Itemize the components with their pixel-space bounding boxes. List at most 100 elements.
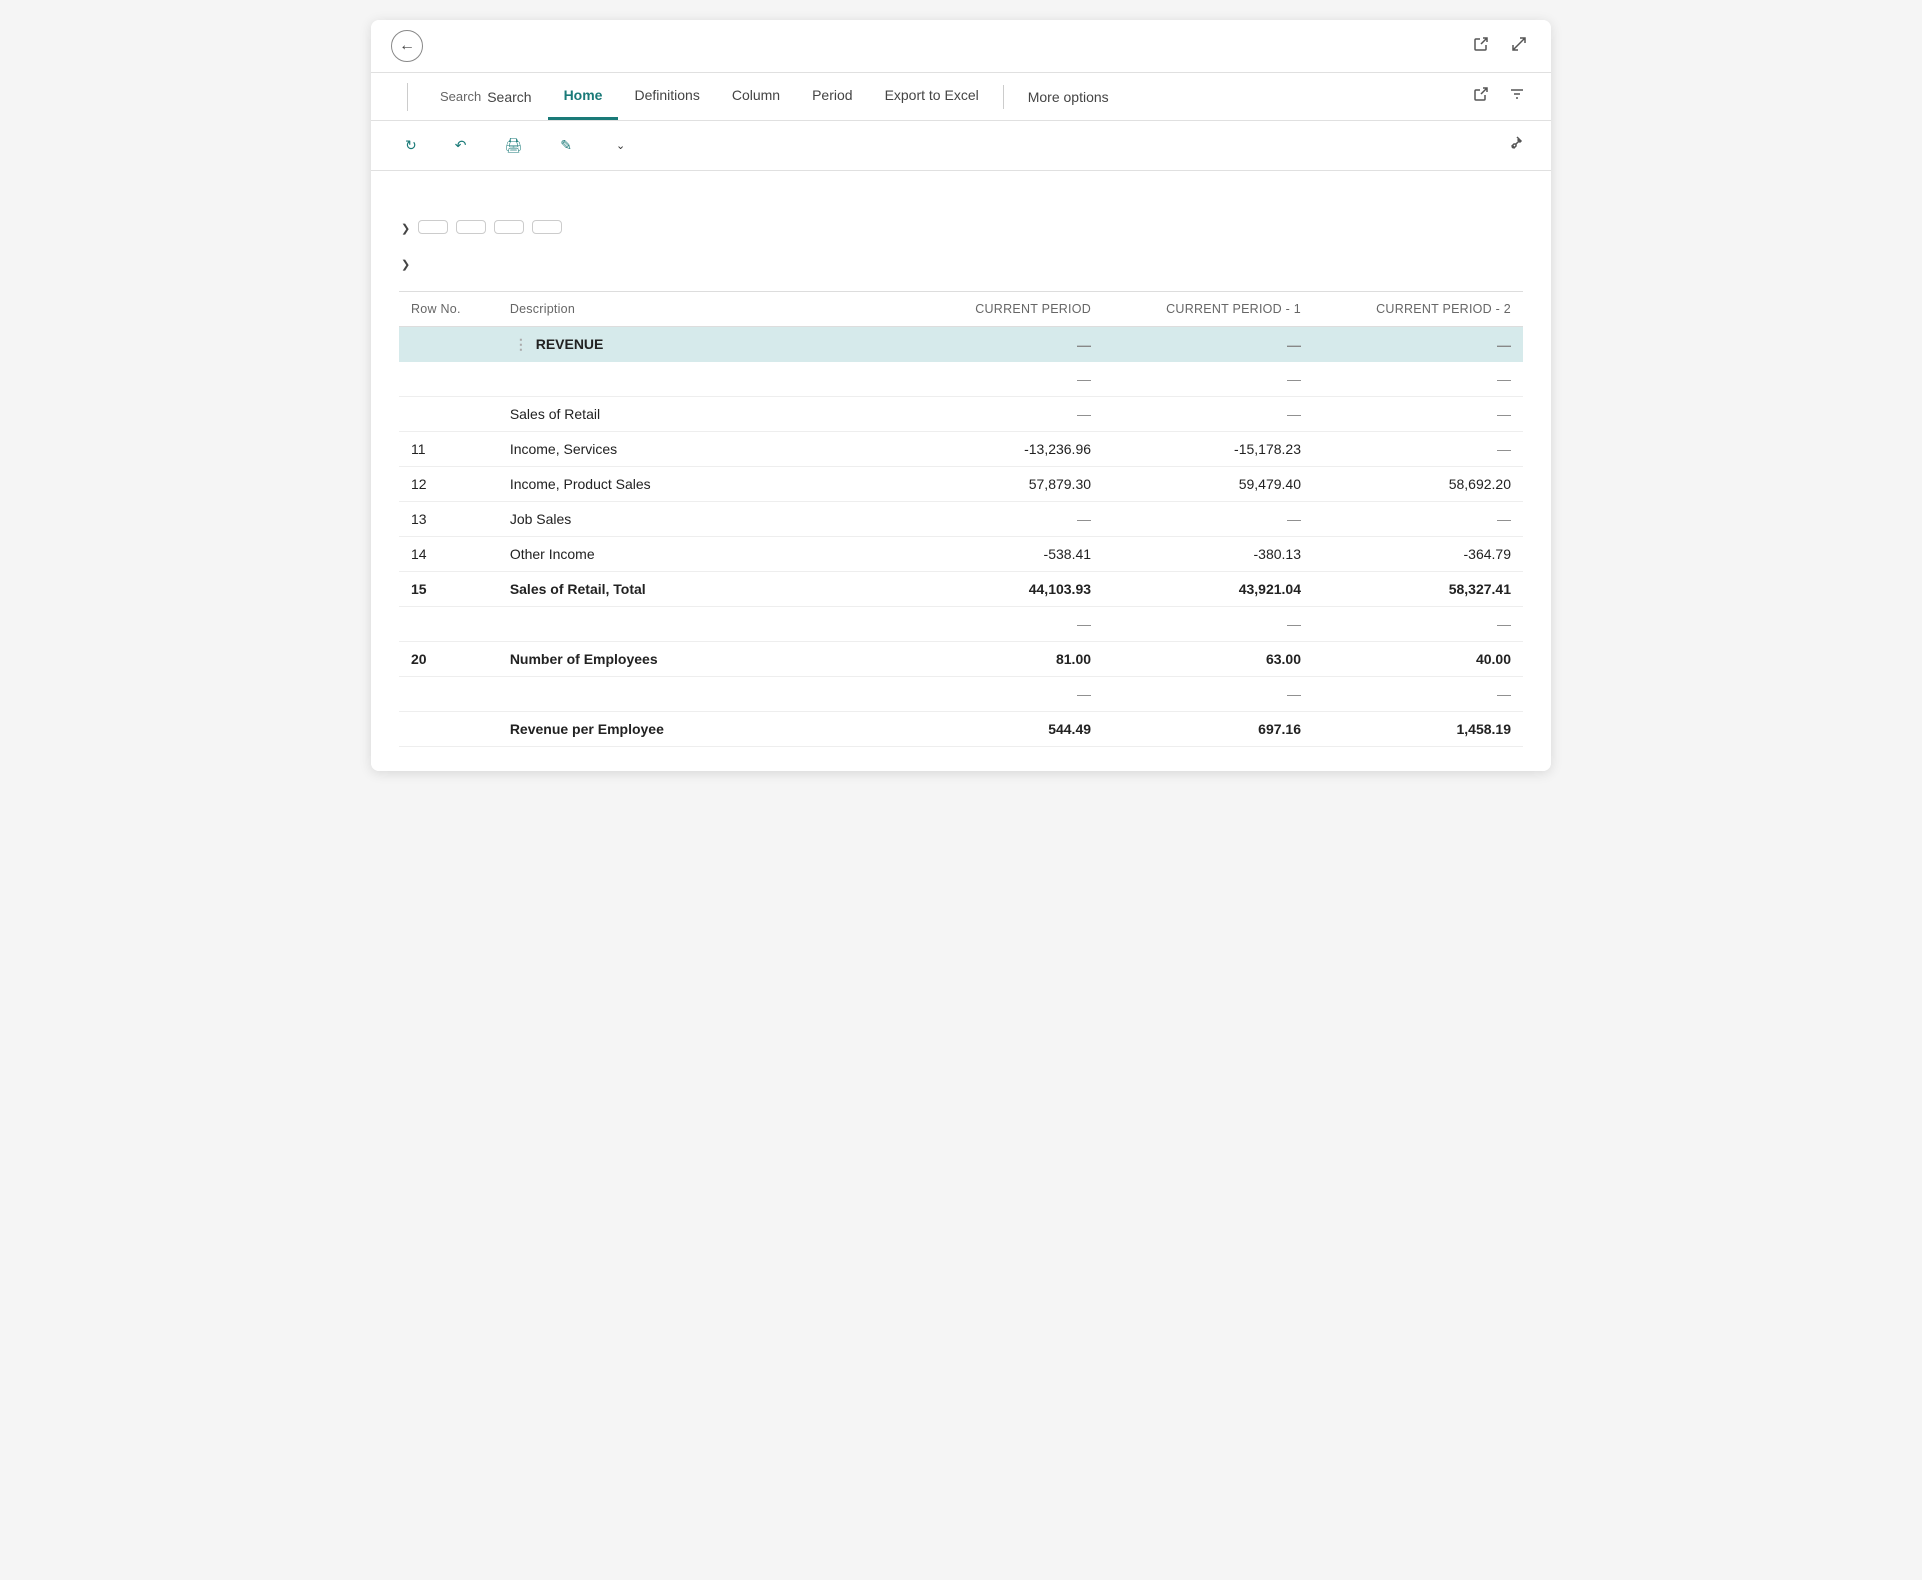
options-chevron-icon: ❯ <box>401 223 410 235</box>
share-icon[interactable] <box>1467 82 1495 111</box>
cell-cp2: — <box>1313 362 1523 397</box>
options-row: ❯ <box>399 219 1523 235</box>
cell-rowno <box>399 362 498 397</box>
nav-item-period[interactable]: Period <box>796 73 868 120</box>
options-label[interactable]: ❯ <box>399 219 410 235</box>
cell-desc <box>498 362 893 397</box>
table-row: Revenue per Employee544.49697.161,458.19 <box>399 712 1523 747</box>
table-row: 12Income, Product Sales57,879.3059,479.4… <box>399 467 1523 502</box>
table-row: 14Other Income-538.41-380.13-364.79 <box>399 537 1523 572</box>
cell-cp2: 58,692.20 <box>1313 467 1523 502</box>
col-header-desc: Description <box>498 292 893 327</box>
cell-cp2: — <box>1313 677 1523 712</box>
cell-cp: — <box>893 677 1103 712</box>
cell-cp1: — <box>1103 327 1313 363</box>
maximize-icon[interactable] <box>1507 32 1531 61</box>
search-label: Search <box>487 89 531 105</box>
revert-button[interactable]: ↶ <box>441 130 487 161</box>
nav-item-definitions[interactable]: Definitions <box>618 73 715 120</box>
cell-cp: -538.41 <box>893 537 1103 572</box>
cell-rowno: 15 <box>399 572 498 607</box>
cell-desc: Sales of Retail, Total <box>498 572 893 607</box>
print-button[interactable]: 🖨 <box>490 130 542 161</box>
option-badge-daterange[interactable] <box>494 220 524 234</box>
cell-cp1: 43,921.04 <box>1103 572 1313 607</box>
nav-item-column[interactable]: Column <box>716 73 796 120</box>
cell-desc <box>498 607 893 642</box>
cell-cp: — <box>893 607 1103 642</box>
table-row: 20Number of Employees81.0063.0040.00 <box>399 642 1523 677</box>
dimensions-row: ❯ <box>399 255 1523 271</box>
cell-desc: Income, Services <box>498 432 893 467</box>
cell-cp1: 59,479.40 <box>1103 467 1313 502</box>
report-table: Row No. Description CURRENT PERIOD CURRE… <box>399 291 1523 747</box>
edit-defaults-button[interactable]: ✎ <box>546 130 592 161</box>
cell-cp: 81.00 <box>893 642 1103 677</box>
cell-rowno: 12 <box>399 467 498 502</box>
filter-icon[interactable] <box>1503 82 1531 111</box>
nav-more-options[interactable]: More options <box>1012 75 1125 119</box>
recalculate-icon: ↻ <box>405 137 417 154</box>
cell-cp: 44,103.93 <box>893 572 1103 607</box>
nav-brand <box>391 83 408 111</box>
cell-cp: 57,879.30 <box>893 467 1103 502</box>
table-row: 11Income, Services-13,236.96-15,178.23— <box>399 432 1523 467</box>
pin-icon[interactable] <box>1503 129 1531 162</box>
cell-cp1: — <box>1103 397 1313 432</box>
cell-cp: — <box>893 397 1103 432</box>
back-button[interactable]: ← <box>391 30 423 62</box>
cell-rowno: 20 <box>399 642 498 677</box>
external-link-icon[interactable] <box>1469 32 1493 61</box>
table-row: 15Sales of Retail, Total44,103.9343,921.… <box>399 572 1523 607</box>
title-bar: ← <box>371 20 1551 73</box>
cell-desc: ⋮ REVENUE <box>498 327 893 363</box>
cell-rowno: 14 <box>399 537 498 572</box>
nav-search[interactable]: Search Search <box>424 75 548 119</box>
option-badge-no[interactable] <box>532 220 562 234</box>
revert-icon: ↶ <box>455 137 467 154</box>
table-row: ——— <box>399 677 1523 712</box>
show-chevron-icon: ⌄ <box>616 139 625 152</box>
cell-rowno <box>399 397 498 432</box>
content-area: ❯ ❯ Row No. Description CURRENT PERIOD C… <box>371 171 1551 771</box>
cell-rowno <box>399 327 498 363</box>
option-badge-revempl[interactable] <box>418 220 448 234</box>
cell-cp2: — <box>1313 502 1523 537</box>
col-header-cp2: CURRENT PERIOD - 2 <box>1313 292 1523 327</box>
cell-cp1: -15,178.23 <box>1103 432 1313 467</box>
nav-item-export[interactable]: Export to Excel <box>869 73 995 120</box>
cell-cp2: — <box>1313 607 1523 642</box>
cell-rowno: 13 <box>399 502 498 537</box>
cell-cp1: — <box>1103 362 1313 397</box>
cell-cp2: 1,458.19 <box>1313 712 1523 747</box>
drag-handle-icon[interactable]: ⋮ <box>510 336 532 352</box>
cell-cp2: — <box>1313 397 1523 432</box>
option-badge-month[interactable] <box>456 220 486 234</box>
cell-cp1: -380.13 <box>1103 537 1313 572</box>
cell-rowno: 11 <box>399 432 498 467</box>
table-row: ——— <box>399 362 1523 397</box>
cell-cp2: — <box>1313 432 1523 467</box>
table-row: 13Job Sales——— <box>399 502 1523 537</box>
table-header-row: Row No. Description CURRENT PERIOD CURRE… <box>399 292 1523 327</box>
cell-cp2: 40.00 <box>1313 642 1523 677</box>
nav-bar: Search Search Home Definitions Column Pe… <box>371 73 1551 121</box>
dimensions-chevron-icon: ❯ <box>401 259 410 271</box>
col-header-cp1: CURRENT PERIOD - 1 <box>1103 292 1313 327</box>
cell-cp1: — <box>1103 607 1313 642</box>
cell-cp: — <box>893 362 1103 397</box>
cell-cp: — <box>893 502 1103 537</box>
search-icon: Search <box>440 89 481 104</box>
cell-cp2: 58,327.41 <box>1313 572 1523 607</box>
nav-item-home[interactable]: Home <box>548 73 619 120</box>
cell-cp: — <box>893 327 1103 363</box>
cell-cp1: — <box>1103 677 1313 712</box>
table-row: ——— <box>399 607 1523 642</box>
cell-cp1: 63.00 <box>1103 642 1313 677</box>
cell-desc: Sales of Retail <box>498 397 893 432</box>
dimensions-label[interactable]: ❯ <box>399 255 410 271</box>
cell-cp1: — <box>1103 502 1313 537</box>
show-button[interactable]: ⌄ <box>596 132 639 159</box>
cell-cp2: — <box>1313 327 1523 363</box>
recalculate-button[interactable]: ↻ <box>391 130 437 161</box>
